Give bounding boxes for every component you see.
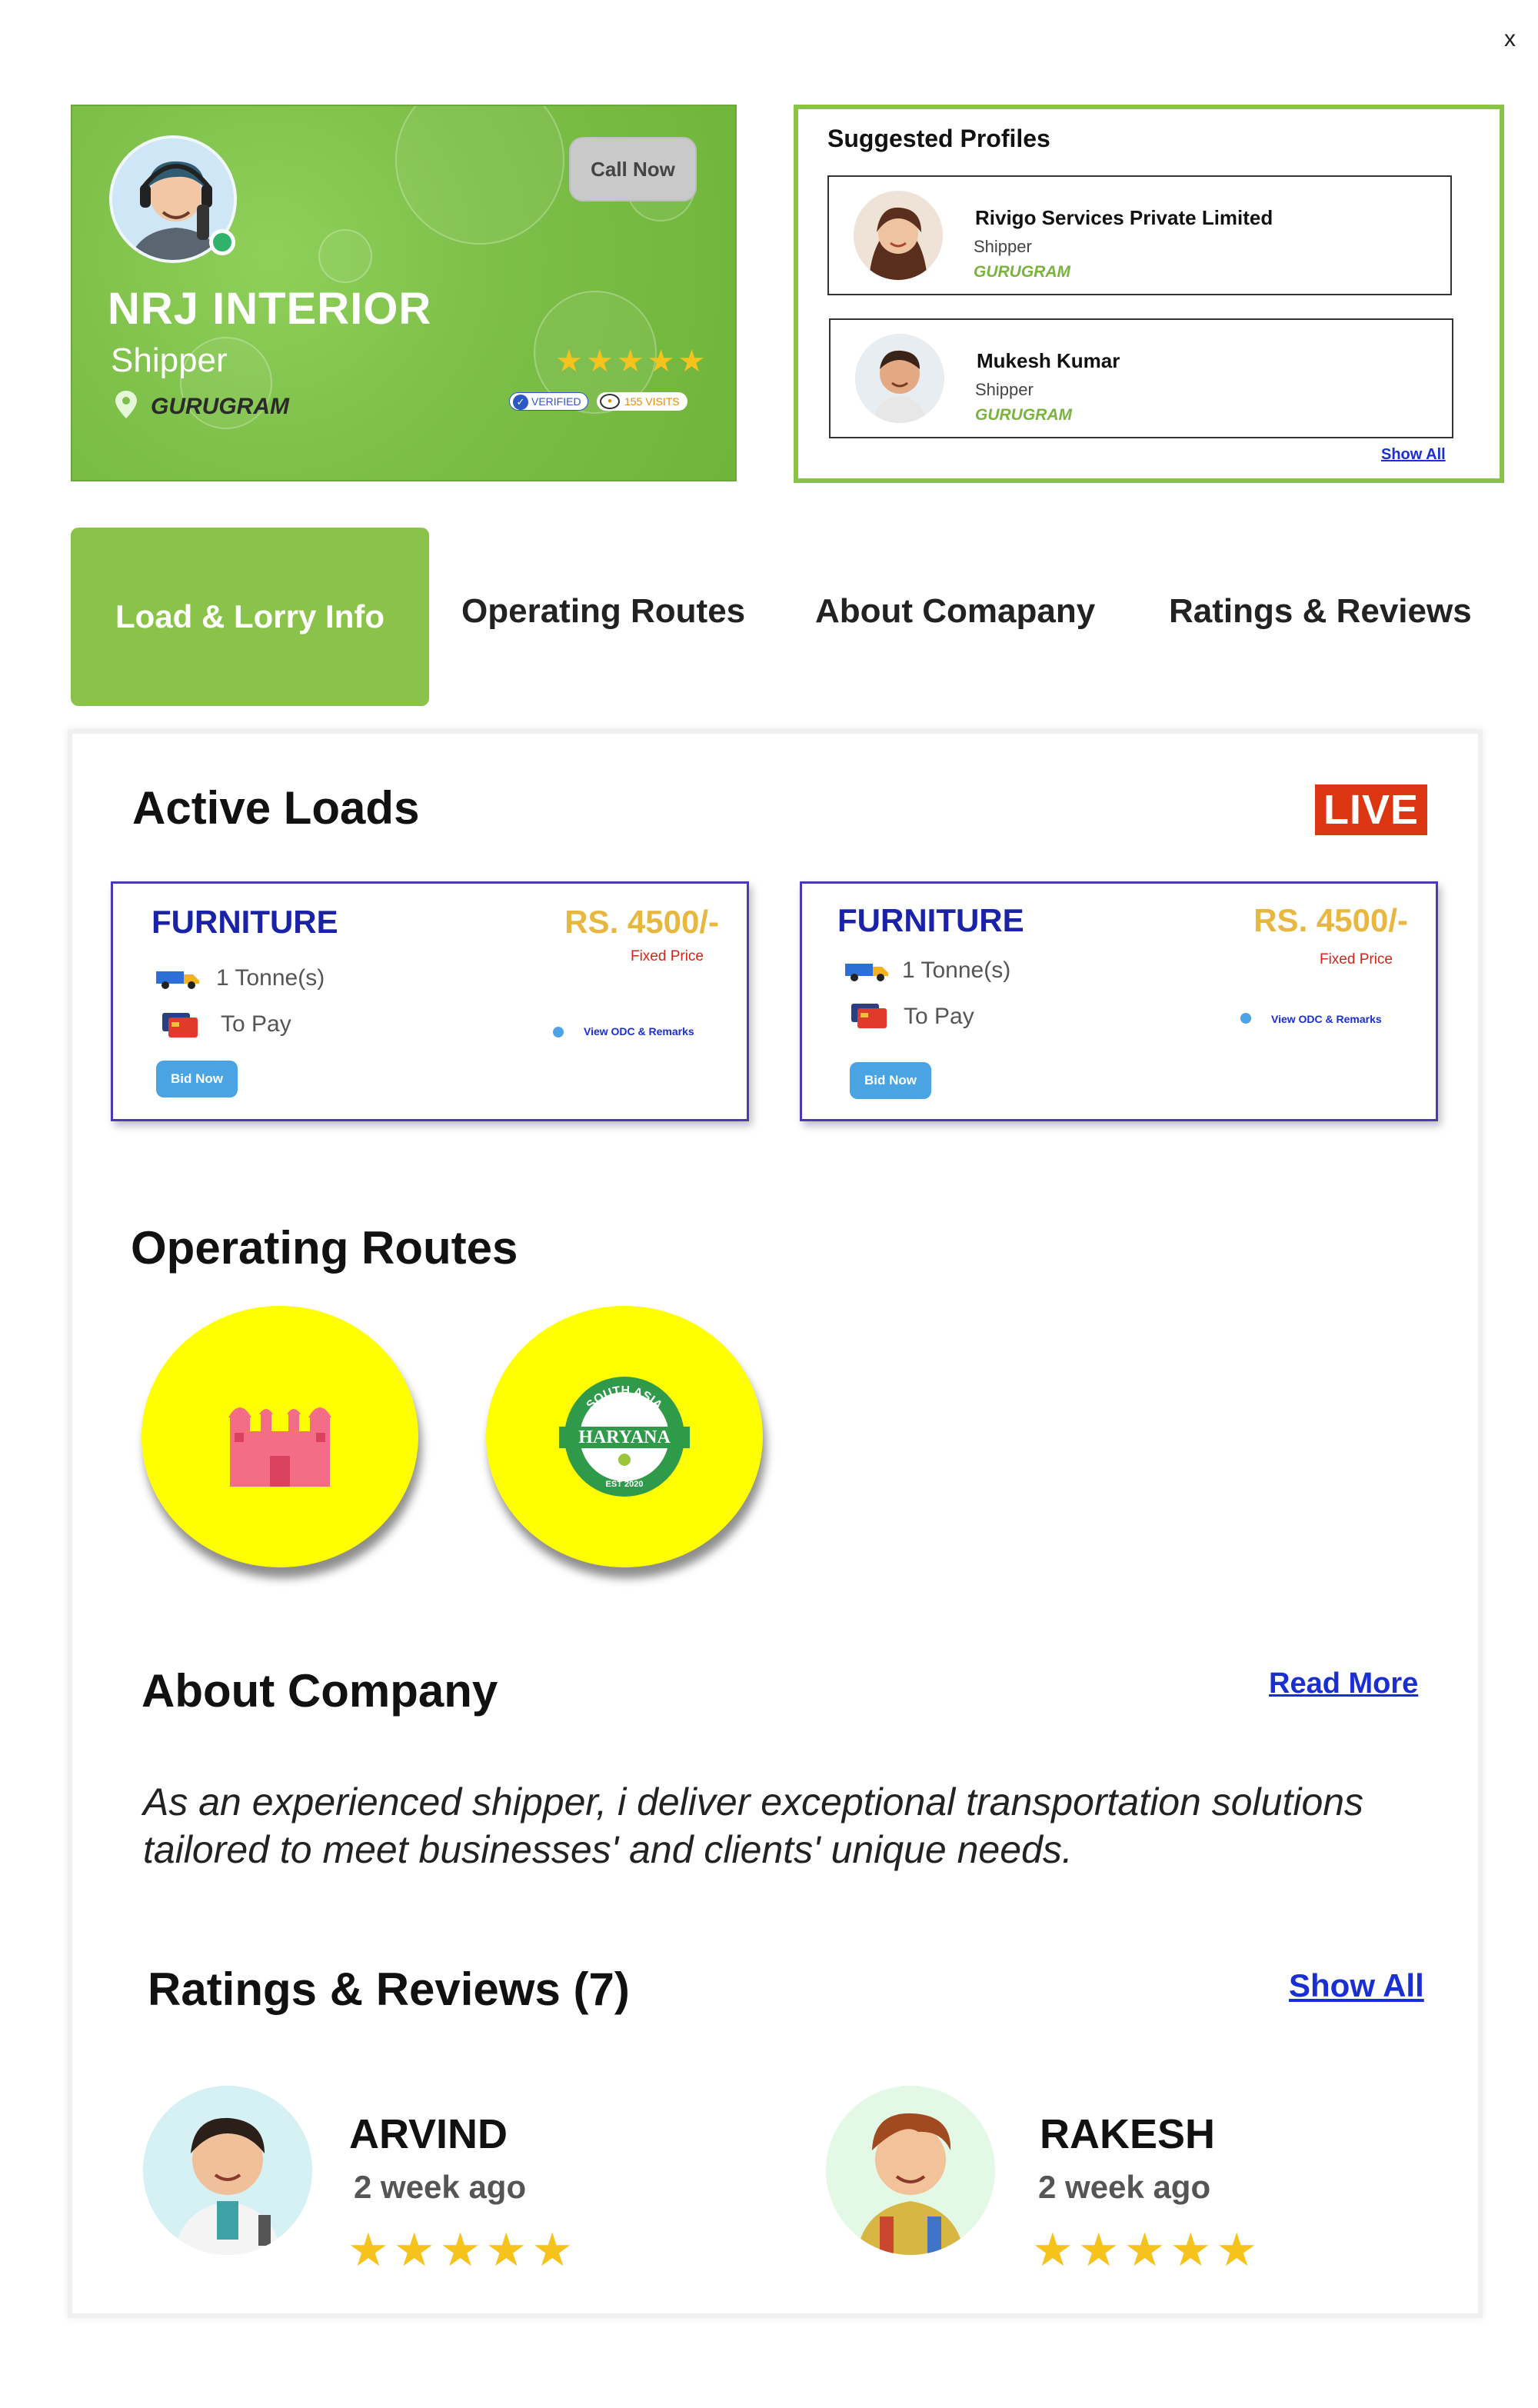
about-company-title: About Company: [141, 1665, 498, 1717]
load-card[interactable]: FURNITURE RS. 4500/- Fixed Price 1 Tonne…: [800, 881, 1438, 1121]
route-haryana[interactable]: SOUTH ASIA HARYANA EST 2020: [486, 1306, 763, 1567]
load-payment: To Pay: [904, 1004, 974, 1029]
profile-rating-stars: ★ ★ ★ ★ ★: [555, 346, 705, 377]
star-icon: ★: [439, 2224, 481, 2276]
check-icon: ✓: [513, 395, 528, 410]
info-icon: [553, 1027, 564, 1037]
operating-routes-title: Operating Routes: [131, 1222, 518, 1274]
suggested-show-all-link[interactable]: Show All: [1381, 446, 1446, 464]
suggested-profile-card[interactable]: Mukesh Kumar Shipper GURUGRAM: [829, 318, 1453, 438]
suggested-profile-role: Shipper: [974, 237, 1032, 256]
star-icon: ★: [531, 2224, 573, 2276]
company-city: GURUGRAM: [151, 394, 289, 419]
reviewer-name: ARVIND: [349, 2111, 508, 2157]
load-material: FURNITURE: [151, 904, 338, 940]
review-time: 2 week ago: [354, 2169, 527, 2205]
view-odc-link[interactable]: View ODC & Remarks: [584, 1025, 694, 1037]
star-icon: ★: [647, 345, 675, 378]
verified-badge: ✓ VERIFIED: [509, 392, 588, 411]
live-badge: LIVE: [1315, 784, 1427, 835]
suggested-profile-name: Mukesh Kumar: [977, 349, 1120, 372]
star-icon: ★: [393, 2224, 435, 2276]
svg-text:EST 2020: EST 2020: [606, 1480, 644, 1489]
payment-card-icon: [851, 1004, 887, 1028]
star-icon: ★: [1170, 2224, 1212, 2276]
about-company-text: As an experienced shipper, i deliver exc…: [143, 1780, 1364, 1871]
red-fort-icon: [228, 1407, 331, 1487]
load-payment: To Pay: [221, 1011, 291, 1037]
haryana-emblem-icon: SOUTH ASIA HARYANA EST 2020: [559, 1377, 690, 1497]
tab-load-lorry-info[interactable]: Load & Lorry Info: [71, 528, 429, 706]
suggested-profile-city: GURUGRAM: [975, 406, 1072, 424]
suggested-profile-city: GURUGRAM: [974, 263, 1070, 281]
star-icon: ★: [1077, 2224, 1120, 2276]
star-icon: ★: [677, 345, 706, 378]
load-material: FURNITURE: [837, 902, 1024, 938]
star-icon: ★: [585, 345, 614, 378]
avatar: [854, 191, 943, 280]
load-card[interactable]: FURNITURE RS. 4500/- Fixed Price 1 Tonne…: [111, 881, 749, 1121]
ratings-reviews-title: Ratings & Reviews (7): [148, 1963, 630, 2015]
visits-badge: ● 155 VISITS: [597, 392, 687, 411]
star-icon: ★: [485, 2224, 528, 2276]
call-now-button[interactable]: Call Now: [569, 137, 697, 201]
avatar: [855, 334, 944, 423]
suggested-profile-card[interactable]: Rivigo Services Private Limited Shipper …: [827, 175, 1452, 295]
active-loads-title: Active Loads: [132, 782, 420, 834]
suggested-profile-role: Shipper: [975, 380, 1034, 399]
star-icon: ★: [1216, 2224, 1257, 2276]
payment-card-icon: [162, 1013, 198, 1037]
star-icon: ★: [1032, 2224, 1074, 2276]
route-delhi[interactable]: [141, 1306, 418, 1567]
tab-operating-routes[interactable]: Operating Routes: [461, 592, 745, 631]
company-name: NRJ INTERIOR: [108, 284, 432, 334]
location-pin-icon: [115, 391, 137, 418]
close-button[interactable]: x: [1504, 26, 1516, 52]
load-price: RS. 4500/-: [564, 904, 719, 940]
load-price-type: Fixed Price: [1319, 951, 1393, 968]
truck-icon: [156, 971, 199, 989]
avatar: [826, 2086, 995, 2255]
read-more-link[interactable]: Read More: [1269, 1667, 1418, 1700]
online-status-dot: [209, 229, 235, 255]
review-time: 2 week ago: [1038, 2169, 1211, 2205]
star-icon: ★: [348, 2224, 389, 2276]
company-role: Shipper: [111, 341, 228, 379]
bid-now-button[interactable]: Bid Now: [850, 1062, 931, 1099]
review-rating-stars: ★ ★ ★ ★ ★: [348, 2227, 573, 2273]
load-weight: 1 Tonne(s): [216, 965, 325, 991]
eye-icon: ●: [600, 394, 620, 409]
emblem-text: HARYANA: [578, 1427, 671, 1447]
info-icon: [1240, 1013, 1251, 1024]
star-icon: ★: [555, 345, 583, 378]
review-rating-stars: ★ ★ ★ ★ ★: [1032, 2227, 1257, 2273]
load-weight: 1 Tonne(s): [902, 958, 1011, 983]
suggested-profiles-title: Suggested Profiles: [827, 125, 1050, 152]
tab-ratings-reviews[interactable]: Ratings & Reviews: [1169, 592, 1472, 631]
load-price: RS. 4500/-: [1253, 902, 1408, 938]
visits-label: 155 VISITS: [624, 395, 680, 408]
profile-card: Call Now NRJ INTERIOR Shipper GURUGRAM ★…: [71, 105, 737, 481]
avatar: [143, 2086, 312, 2255]
suggested-profile-name: Rivigo Services Private Limited: [975, 206, 1273, 229]
star-icon: ★: [1124, 2224, 1166, 2276]
truck-icon: [845, 964, 888, 981]
reviewer-name: RAKESH: [1040, 2111, 1216, 2157]
verified-label: VERIFIED: [531, 395, 581, 408]
load-price-type: Fixed Price: [630, 948, 704, 964]
tab-about-company[interactable]: About Comapany: [815, 592, 1095, 631]
bid-now-button[interactable]: Bid Now: [156, 1061, 238, 1097]
reviews-show-all-link[interactable]: Show All: [1289, 1967, 1424, 2004]
view-odc-link[interactable]: View ODC & Remarks: [1271, 1013, 1382, 1025]
star-icon: ★: [616, 345, 644, 378]
